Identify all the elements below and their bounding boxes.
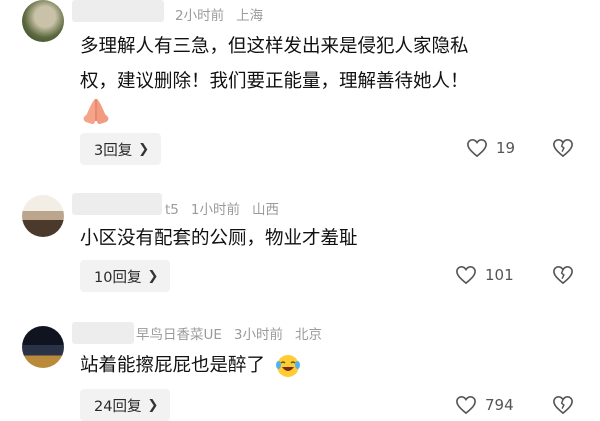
heart-icon [456,395,476,415]
comment-location: 北京 [295,327,323,343]
replies-count: 24回复 [94,398,142,415]
like-button[interactable]: 794 [455,395,514,415]
laughing-crying-face-icon [275,355,300,377]
dislike-button[interactable] [552,265,574,289]
comment-text-line: 多理解人有三急，但这样发出来是侵犯人家隐私 [80,36,469,57]
comment-text: 多理解人有三急，但这样发出来是侵犯人家隐私 权，建议删除！我们要正能量，理解善待… [80,29,580,99]
comment-text: 小区没有配套的公厕，物业才羞耻 [80,228,358,249]
comment-time: 3小时前 [233,327,284,343]
comment-time: 1小时前 [190,202,240,218]
comment-username[interactable]: t5 [165,202,179,218]
comment-text-body: 站着能擦屁屁也是醉了 [80,355,266,376]
username-blurred[interactable] [72,322,134,344]
comment-text-line: 权，建议删除！我们要正能量，理解善待她人！ [80,71,469,92]
comment-location: 山西 [251,202,279,218]
broken-heart-icon [553,395,573,415]
comment-text: 站着能擦屁屁也是醉了 [80,348,580,383]
avatar[interactable] [22,326,64,368]
view-replies-button[interactable]: 3回复 ❯ [80,133,162,165]
username-blurred[interactable] [72,0,164,22]
praying-hands-emoji-icon [83,99,109,124]
replies-count: 10回复 [94,269,142,286]
view-replies-button[interactable]: 24回复 ❯ [80,389,171,421]
heart-icon [456,265,476,285]
comment-meta: t5 1小时前 山西 [165,198,291,218]
comment-time: 2小时前 [175,8,225,24]
chevron-right-icon: ❯ [138,141,150,157]
dislike-button[interactable] [552,138,574,162]
comment-meta: 早鸟日香菜UE 3小时前 北京 [136,323,334,343]
avatar[interactable] [22,0,64,42]
chevron-right-icon: ❯ [147,397,159,413]
like-button[interactable]: 19 [466,138,515,158]
chevron-right-icon: ❯ [147,268,159,284]
broken-heart-icon [553,265,573,285]
like-count: 19 [496,139,516,157]
comment-username[interactable]: 早鸟日香菜UE [136,327,222,343]
like-button[interactable]: 101 [455,265,514,285]
heart-icon [467,138,487,158]
avatar[interactable] [22,195,64,237]
comment-location: 上海 [236,8,264,24]
replies-count: 3回复 [94,142,133,159]
username-blurred[interactable] [72,193,162,215]
like-count: 101 [485,266,514,284]
dislike-button[interactable] [552,395,574,419]
broken-heart-icon [553,138,573,158]
like-count: 794 [485,396,514,414]
comment-meta: 2小时前 上海 [175,4,275,24]
view-replies-button[interactable]: 10回复 ❯ [80,260,171,292]
